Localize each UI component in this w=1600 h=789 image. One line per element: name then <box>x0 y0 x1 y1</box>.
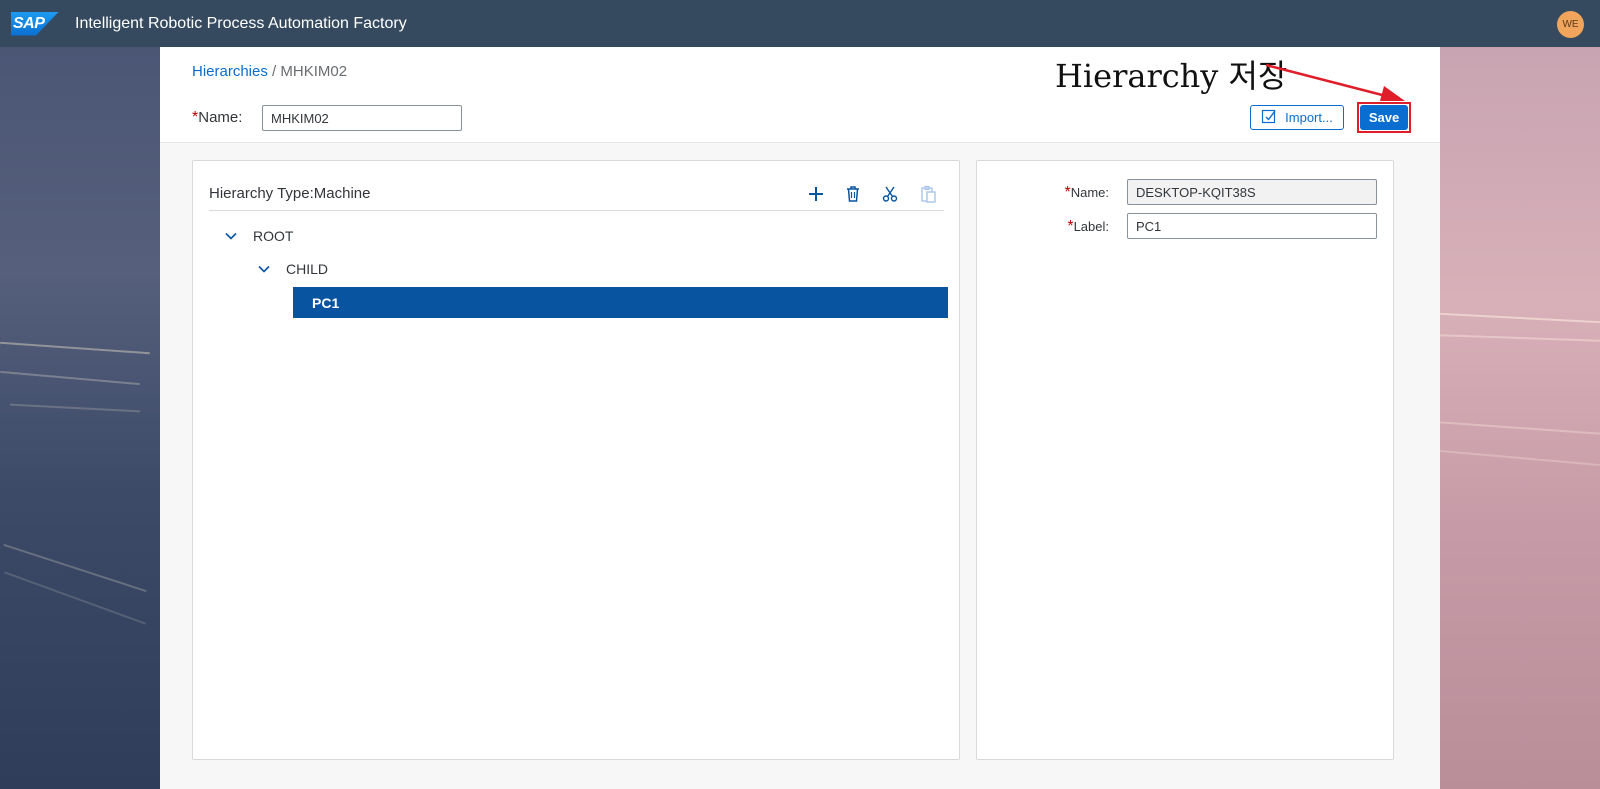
delete-icon[interactable] <box>842 183 864 205</box>
tree-node-label: ROOT <box>253 228 294 244</box>
breadcrumb-link-hierarchies[interactable]: Hierarchies <box>192 63 268 80</box>
node-name-label-text: Name: <box>1070 185 1109 200</box>
import-icon <box>1261 108 1277 127</box>
cut-icon[interactable] <box>879 183 901 205</box>
node-label-label: *Label: <box>989 218 1109 236</box>
tree-node-root[interactable]: ROOT <box>223 228 293 244</box>
breadcrumb: Hierarchies / MHKIM02 <box>192 63 347 80</box>
node-label-label-text: Label: <box>1073 219 1109 234</box>
node-name-label: *Name: <box>989 184 1109 202</box>
app-title: Intelligent Robotic Process Automation F… <box>75 14 407 32</box>
tree-node-child[interactable]: CHILD <box>256 261 328 277</box>
node-details-panel: *Name: *Label: <box>976 160 1394 760</box>
tree-node-label: PC1 <box>312 294 340 311</box>
tree-node-pc1-selected[interactable]: PC1 <box>293 287 948 318</box>
page-header: Hierarchies / MHKIM02 *Name: Import... S… <box>160 47 1440 143</box>
user-avatar[interactable]: WE <box>1557 11 1584 38</box>
annotation-arrow-icon <box>1265 63 1405 101</box>
add-icon[interactable] <box>805 183 827 205</box>
breadcrumb-separator: / <box>267 63 281 80</box>
name-field-label: *Name: <box>192 109 242 127</box>
import-button[interactable]: Import... <box>1250 105 1344 130</box>
node-label-input[interactable] <box>1127 213 1377 239</box>
tree-node-label: CHILD <box>286 261 329 277</box>
hierarchy-tree-panel: Hierarchy Type:Machine ROOT CHILD PC1 <box>192 160 960 760</box>
sap-logo[interactable]: SAP <box>11 11 59 36</box>
background-right <box>1440 47 1600 789</box>
page-content: Hierarchies / MHKIM02 *Name: Import... S… <box>160 47 1440 789</box>
hierarchy-name-input[interactable] <box>262 105 462 131</box>
chevron-down-icon[interactable] <box>256 261 272 277</box>
hierarchy-type-title: Hierarchy Type:Machine <box>209 185 371 202</box>
chevron-down-icon[interactable] <box>223 228 239 244</box>
name-label-text: Name: <box>198 109 243 126</box>
shell-bar: SAP Intelligent Robotic Process Automati… <box>0 0 1600 47</box>
import-button-label: Import... <box>1285 110 1333 125</box>
paste-icon[interactable] <box>917 183 939 205</box>
save-button[interactable]: Save <box>1360 105 1408 130</box>
breadcrumb-current: MHKIM02 <box>280 63 348 80</box>
annotation-text: Hierarchy 저장 <box>1055 57 1288 95</box>
background-left <box>0 47 160 789</box>
tree-toolbar: Hierarchy Type:Machine <box>209 177 944 211</box>
node-name-input[interactable] <box>1127 179 1377 205</box>
